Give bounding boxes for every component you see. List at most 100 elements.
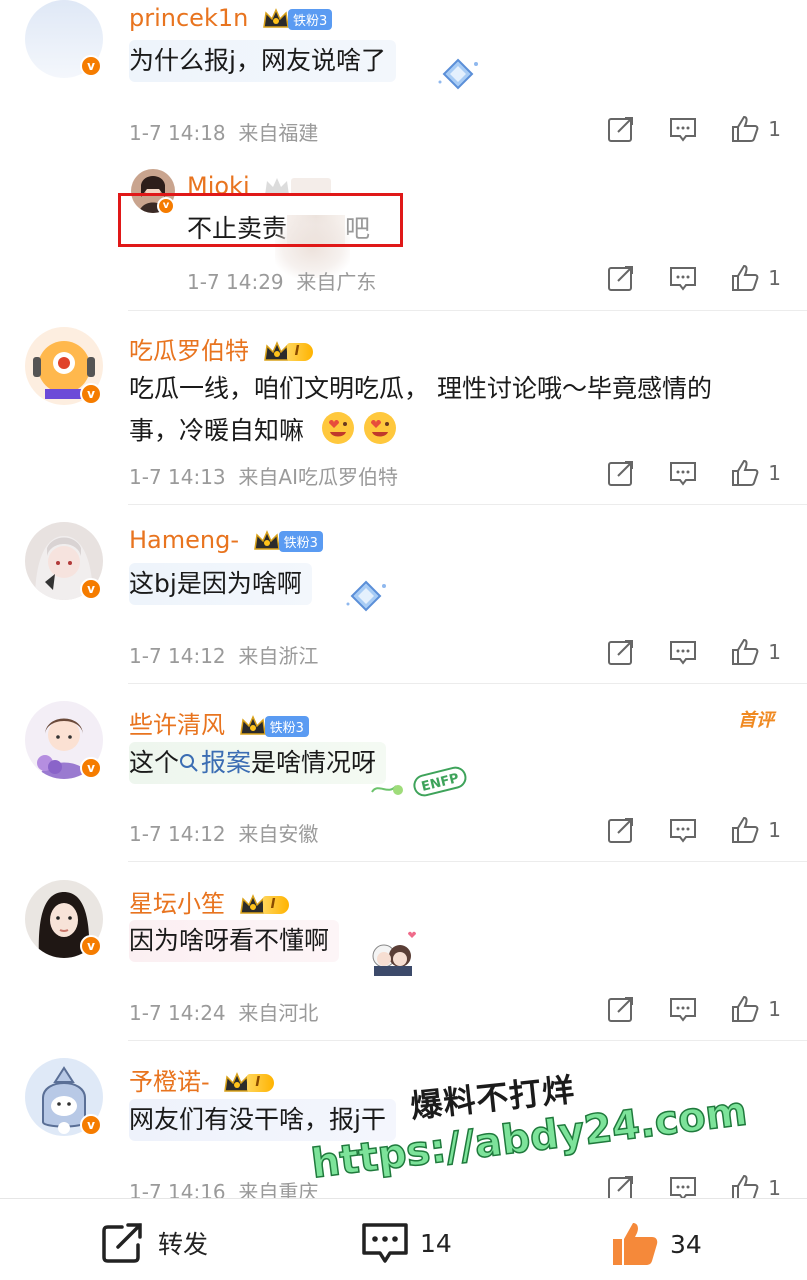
like-count: 1 xyxy=(768,1176,781,1200)
comment-meta: 1-7 14:12 来自浙江 xyxy=(129,644,319,668)
comment-meta: 1-7 14:12 来自安徽 xyxy=(129,822,319,846)
level-badge: I xyxy=(286,343,314,361)
like-bar-button[interactable]: 34 xyxy=(610,1221,702,1267)
like-button[interactable]: 1 xyxy=(730,637,781,667)
reply-meta: 1-7 14:29 来自广东 xyxy=(187,270,377,294)
comment-text: 这个 报案是啥情况呀 xyxy=(129,742,387,784)
divider xyxy=(128,683,807,684)
watermark-text: 爆料不打烊 xyxy=(408,1070,577,1126)
like-count: 1 xyxy=(768,266,781,290)
comment-icon xyxy=(670,641,697,665)
comment-icon xyxy=(670,267,697,291)
reply-button[interactable] xyxy=(668,637,698,667)
repost-button[interactable] xyxy=(606,994,636,1024)
heart-face-emoji-icon xyxy=(322,412,354,444)
comment-author-name[interactable]: 予橙诺- I xyxy=(129,1062,275,1097)
share-icon xyxy=(608,997,634,1022)
first-comment-badge: 首评 xyxy=(738,710,774,731)
repost-label: 转发 xyxy=(158,1230,209,1259)
like-count: 1 xyxy=(768,818,781,842)
thumbs-up-icon xyxy=(732,995,759,1022)
comment-text: 吃瓜一线，咱们文明吃瓜， 理性讨论哦～毕竟感情的 事，冷暖自知嘛 xyxy=(129,374,712,445)
level-badge: I xyxy=(247,1074,275,1092)
like-button[interactable]: 1 xyxy=(730,458,781,488)
like-button[interactable]: 1 xyxy=(730,815,781,845)
comment-icon xyxy=(670,118,697,142)
like-button[interactable]: 1 xyxy=(730,994,781,1024)
crown-icon xyxy=(239,715,266,735)
highlight-box xyxy=(118,193,403,247)
comment-text: 因为啥呀看不懂啊 xyxy=(129,920,340,962)
divider xyxy=(128,310,807,311)
fan-level-badge: 铁粉3 xyxy=(278,530,323,552)
divider xyxy=(128,504,807,505)
share-icon xyxy=(608,818,634,843)
like-button[interactable]: 1 xyxy=(730,263,781,293)
like-count: 1 xyxy=(768,640,781,664)
crown-icon xyxy=(263,8,289,28)
diamond-sticker-icon xyxy=(438,58,478,90)
comment-meta: 1-7 14:24 来自河北 xyxy=(129,1001,319,1025)
like-count: 1 xyxy=(768,461,781,485)
like-count: 1 xyxy=(768,117,781,141)
thumbs-up-icon xyxy=(732,816,759,843)
divider xyxy=(128,861,807,862)
comment-icon xyxy=(670,998,697,1022)
crown-icon xyxy=(253,530,280,550)
like-count: 34 xyxy=(670,1229,702,1259)
comment-icon xyxy=(362,1223,408,1263)
repost-button[interactable] xyxy=(606,263,636,293)
verified-icon: v xyxy=(80,383,102,405)
diamond-sticker-icon xyxy=(346,580,386,612)
share-icon xyxy=(608,640,634,665)
reply-button[interactable] xyxy=(668,114,698,144)
divider xyxy=(128,1040,807,1041)
share-icon xyxy=(608,461,634,486)
comment-icon xyxy=(670,819,697,843)
fan-level-badge: 铁粉3 xyxy=(264,715,309,737)
comment-meta: 1-7 14:18 来自福建 xyxy=(129,121,319,145)
repost-button[interactable] xyxy=(606,637,636,667)
comment-author-name[interactable]: princek1n 铁粉3 xyxy=(129,4,333,32)
verified-icon: v xyxy=(80,1114,102,1136)
reply-button[interactable] xyxy=(668,994,698,1024)
couple-sticker-icon xyxy=(372,931,416,976)
thumbs-up-icon xyxy=(732,115,759,142)
fan-level-badge: 铁粉3 xyxy=(287,8,333,30)
repost-bar-button[interactable]: 转发 xyxy=(100,1221,208,1265)
thumbs-up-icon xyxy=(732,638,759,665)
search-icon xyxy=(180,754,198,772)
comment-author-name[interactable]: Hameng- 铁粉3 xyxy=(129,526,323,554)
share-icon xyxy=(102,1223,142,1263)
comment-meta: 1-7 14:13 来自AI吃瓜罗伯特 xyxy=(129,465,398,489)
comment-text: 网友们有没干啥，报j干 xyxy=(129,1099,396,1141)
level-badge: I xyxy=(262,896,290,914)
comment-text: 为什么报j，网友说啥了 xyxy=(129,40,396,82)
thumbs-up-filled-icon xyxy=(613,1223,658,1265)
reply-button[interactable] xyxy=(668,458,698,488)
verified-icon: v xyxy=(80,55,102,77)
repost-button[interactable] xyxy=(606,114,636,144)
comment-author-name[interactable]: 吃瓜罗伯特 I xyxy=(129,331,314,366)
share-icon xyxy=(608,117,634,142)
verified-icon: v xyxy=(80,757,102,779)
comment-bar-button[interactable]: 14 xyxy=(360,1221,452,1265)
verified-icon: v xyxy=(80,578,102,600)
reply-button[interactable] xyxy=(668,815,698,845)
like-count: 1 xyxy=(768,997,781,1021)
thumbs-up-icon xyxy=(732,459,759,486)
bottom-action-bar: 转发 14 34 xyxy=(0,1198,807,1280)
comment-count: 14 xyxy=(420,1228,452,1258)
verified-icon: v xyxy=(80,935,102,957)
share-icon xyxy=(608,266,634,291)
comment-author-name[interactable]: 星坛小笙 I xyxy=(129,884,290,919)
thumbs-up-icon xyxy=(732,264,759,291)
repost-button[interactable] xyxy=(606,458,636,488)
repost-button[interactable] xyxy=(606,815,636,845)
heart-face-emoji-icon xyxy=(364,412,396,444)
hashtag-link[interactable]: 报案 xyxy=(179,748,251,777)
comment-author-name[interactable]: 些许清风 铁粉3 xyxy=(129,705,309,740)
enfp-sticker-icon: ENFP xyxy=(371,766,467,797)
like-button[interactable]: 1 xyxy=(730,114,781,144)
reply-button[interactable] xyxy=(668,263,698,293)
